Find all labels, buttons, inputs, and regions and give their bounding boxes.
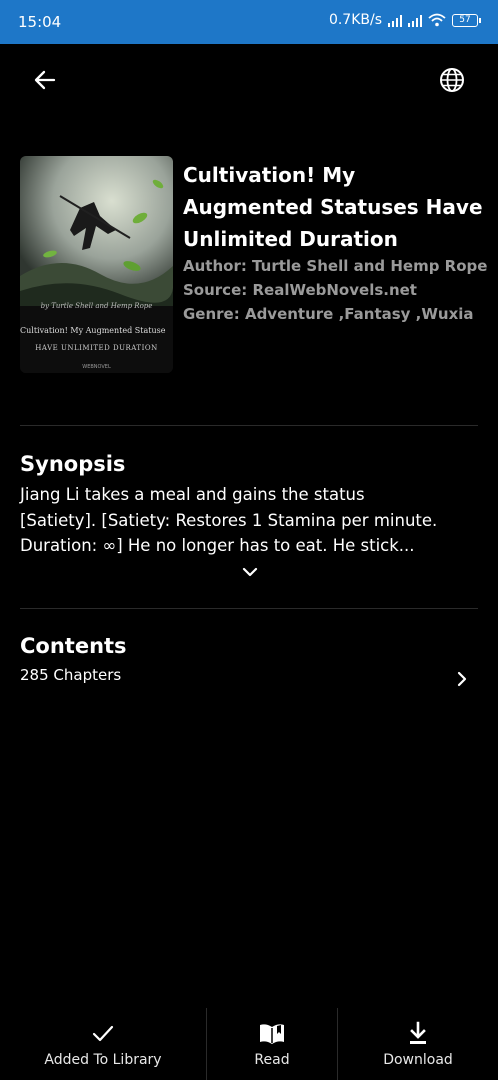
status-time: 15:04 [18,13,62,31]
chevron-right-icon [457,671,467,687]
globe-icon [440,68,464,92]
book-cover [20,156,173,373]
check-icon [92,1025,114,1042]
download-button[interactable]: Download [338,1008,498,1080]
synopsis-text[interactable]: Jiang Li takes a meal and gains the stat… [20,482,490,559]
cover-title-text: Cultivation! My Augmented Statuse [20,326,166,335]
added-to-library-label: Added To Library [44,1052,162,1068]
signal-icon [388,13,402,27]
back-button[interactable] [28,64,64,96]
divider [20,425,478,426]
cover-text-panel [20,306,173,373]
status-indicators: 0.7KB/s 57 [328,12,481,28]
arrow-left-icon [34,70,56,90]
cover-illustration [20,156,173,306]
open-contents-button[interactable] [452,668,472,690]
language-button[interactable] [434,64,470,96]
book-genre: Genre: Adventure ,Fantasy ,Wuxia [183,305,474,323]
book-author: Author: Turtle Shell and Hemp Rope [183,257,488,275]
divider [20,608,478,609]
contents-heading: Contents [20,634,127,658]
added-to-library-button[interactable]: Added To Library [0,1008,206,1080]
status-bar: 15:04 0.7KB/s 57 [0,0,498,44]
cover-brand-text: WEBNOVEL [82,364,111,370]
synopsis-line: Duration: ∞] He no longer has to eat. He… [20,536,415,555]
signal-icon [408,13,422,27]
cover-subtitle-text: HAVE UNLIMITED DURATION [35,344,158,352]
book-title: Cultivation! My Augmented Statuses Have … [183,163,483,251]
synopsis-line: Jiang Li takes a meal and gains the stat… [20,485,365,504]
book-source: Source: RealWebNovels.net [183,281,417,299]
chapter-count: 285 Chapters [20,666,122,684]
read-button[interactable]: Read [207,1008,337,1080]
read-label: Read [254,1052,290,1068]
battery-icon: 57 [452,13,481,27]
chevron-down-icon [242,567,258,577]
expand-synopsis-button[interactable] [238,562,262,582]
bottom-action-bar: Added To Library Read Download [0,1008,498,1080]
book-open-icon [260,1024,284,1044]
download-icon [410,1021,426,1044]
synopsis-heading: Synopsis [20,452,126,476]
top-app-bar [0,44,498,116]
download-label: Download [383,1052,453,1068]
network-speed: 0.7KB/s [328,12,382,28]
wifi-icon [428,13,446,27]
cover-author-text: by Turtle Shell and Hemp Rope [40,302,153,310]
synopsis-line: [Satiety]. [Satiety: Restores 1 Stamina … [20,510,438,530]
